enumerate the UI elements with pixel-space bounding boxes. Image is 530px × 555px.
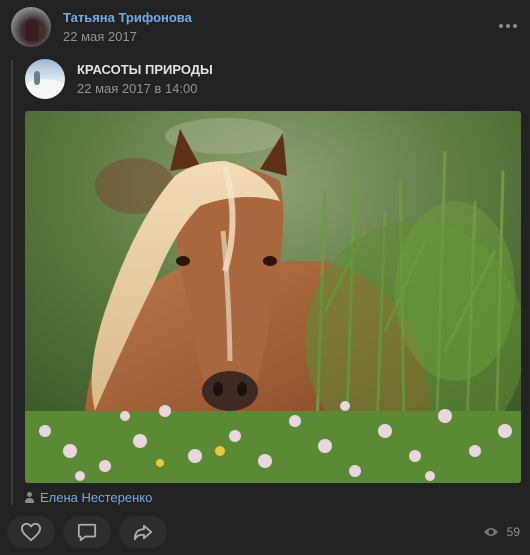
repost-divider-line (11, 60, 13, 505)
views-count: 59 (506, 525, 520, 539)
avatar-figure (25, 19, 39, 41)
comment-button[interactable] (63, 516, 111, 548)
author-avatar[interactable] (11, 7, 51, 47)
share-arrow-icon (133, 524, 153, 541)
user-icon (25, 492, 34, 503)
group-name-link[interactable]: КРАСОТЫ ПРИРОДЫ (77, 62, 213, 77)
comment-icon (77, 523, 97, 542)
post-date[interactable]: 22 мая 2017 (63, 29, 137, 44)
group-avatar[interactable] (25, 59, 65, 99)
post-photo[interactable] (25, 111, 521, 483)
wall-post: Татьяна Трифонова 22 мая 2017 КРАСОТЫ ПР… (0, 0, 530, 555)
heart-icon (20, 522, 41, 542)
eye-icon (483, 528, 498, 536)
post-actions (7, 516, 167, 548)
source-author-link[interactable]: Елена Нестеренко (40, 490, 152, 505)
like-button[interactable] (7, 516, 55, 548)
more-options-icon[interactable] (498, 16, 518, 36)
share-button[interactable] (119, 516, 167, 548)
repost-date[interactable]: 22 мая 2017 в 14:00 (77, 81, 197, 96)
views-counter: 59 (483, 525, 520, 539)
author-name-link[interactable]: Татьяна Трифонова (63, 10, 192, 25)
post-source: Елена Нестеренко (25, 490, 152, 505)
